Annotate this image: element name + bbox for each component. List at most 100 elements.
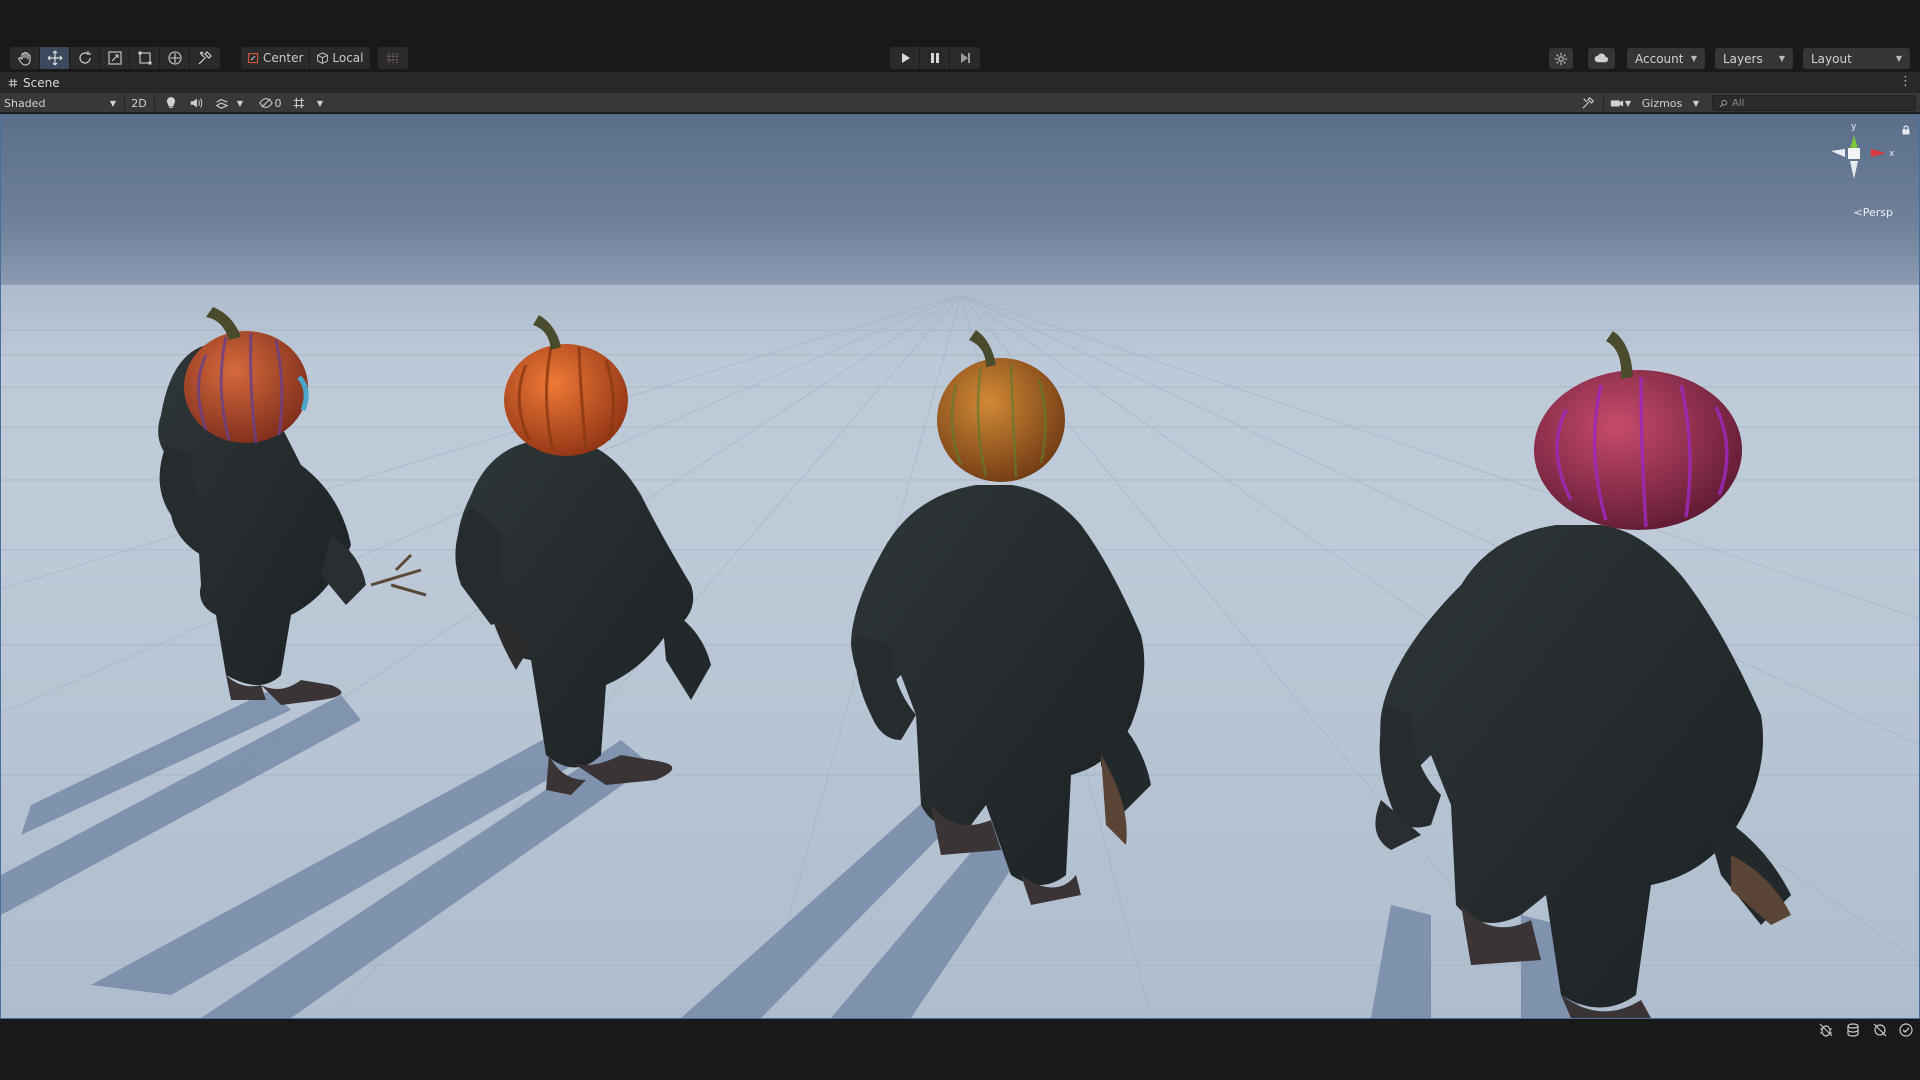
projection-label: Persp (1862, 206, 1893, 219)
chevron-down-icon: ▼ (109, 98, 116, 108)
grid-icon (293, 97, 305, 109)
layers-dropdown[interactable]: Layers ▼ (1715, 48, 1793, 69)
layers-label: Layers (1723, 51, 1763, 66)
eye-hidden-icon (258, 98, 273, 108)
grid-toggle[interactable] (290, 94, 308, 112)
grid-snap-button[interactable] (378, 47, 408, 69)
chevron-down-icon: ▼ (1778, 54, 1785, 63)
pause-button[interactable] (920, 47, 950, 69)
services-button[interactable] (1549, 48, 1573, 69)
tools-icon (1582, 96, 1595, 109)
rotate-icon (78, 51, 91, 64)
play-icon (901, 53, 910, 63)
search-icon (1719, 99, 1728, 107)
grid-dropdown[interactable]: ▼ (314, 94, 326, 112)
divider (1603, 95, 1604, 111)
gizmos-label: Gizmos (1641, 96, 1683, 110)
draw-mode-label: Shaded (4, 96, 46, 110)
gizmo-neg-x-axis[interactable] (1831, 149, 1845, 157)
snap-group (378, 47, 408, 69)
transform-tool-button[interactable] (160, 47, 190, 69)
bug-icon[interactable] (1818, 1022, 1834, 1038)
check-circle-icon[interactable] (1898, 1022, 1914, 1038)
cloud-icon (1594, 53, 1609, 63)
status-bar (0, 1019, 1920, 1080)
pivot-center-icon (248, 52, 259, 63)
chevron-down-icon: ▼ (1624, 98, 1632, 108)
grid-snap-icon (387, 53, 399, 63)
rotate-tool-button[interactable] (70, 47, 100, 69)
chevron-down-icon: ▼ (1690, 54, 1697, 63)
hand-tool-button[interactable] (10, 47, 40, 69)
speaker-icon (190, 98, 203, 108)
layout-dropdown[interactable]: Layout ▼ (1803, 48, 1910, 69)
main-toolbar: Center Local Account ▼ Layers ▼ Layout ▼ (0, 44, 1920, 72)
gear-icon (1554, 52, 1568, 65)
layout-label: Layout (1811, 51, 1852, 66)
tab-scene-label: Scene (23, 75, 60, 90)
scene-visibility-toggle[interactable]: 0 (254, 94, 286, 112)
chevron-down-icon: ▼ (236, 98, 244, 108)
tools-icon (198, 51, 212, 65)
cloud-button[interactable] (1588, 48, 1615, 69)
pause-icon (930, 53, 939, 63)
camera-dropdown[interactable]: ▼ (1622, 94, 1634, 112)
effects-icon (215, 98, 229, 109)
hand-icon (17, 51, 31, 66)
lock-icon[interactable] (1901, 125, 1911, 135)
projection-toggle[interactable]: <Persp (1854, 206, 1893, 219)
account-label: Account (1635, 51, 1684, 66)
draw-mode-dropdown[interactable]: Shaded ▼ (2, 94, 120, 112)
stack-icon[interactable] (1845, 1022, 1861, 1038)
gizmo-x-label: x (1889, 149, 1895, 159)
scale-tool-button[interactable] (100, 47, 130, 69)
toggle-2d-button[interactable]: 2D (127, 94, 151, 112)
hierarchy-search[interactable]: All (1712, 95, 1916, 111)
gizmo-neg-y-axis[interactable] (1850, 161, 1858, 179)
hidden-count: 0 (274, 96, 282, 110)
pivot-local-label: Local (332, 51, 364, 65)
lighting-toggle[interactable] (161, 94, 181, 112)
audio-toggle[interactable] (186, 94, 206, 112)
divider (154, 95, 155, 111)
effects-toggle[interactable] (212, 94, 232, 112)
lightbulb-icon (166, 97, 176, 108)
chevron-down-icon: ▼ (1895, 54, 1902, 63)
gizmo-center-cube[interactable] (1848, 148, 1860, 159)
title-bar (0, 0, 1920, 44)
scene-viewport[interactable]: y x <Persp (0, 114, 1920, 1019)
scale-icon (107, 51, 122, 65)
effects-dropdown[interactable]: ▼ (234, 94, 246, 112)
window-tab-row: Scene ⋮ (0, 72, 1920, 93)
custom-tool-button[interactable] (190, 47, 220, 69)
transform-icon (167, 51, 182, 65)
cube-icon (317, 51, 329, 64)
divider (124, 95, 125, 111)
scene-view-bar: Shaded ▼ 2D ▼ 0 ▼ ▼ Gizmos ▼ All (0, 93, 1920, 113)
pivot-center-button[interactable]: Center (241, 47, 311, 69)
gizmos-dropdown[interactable]: ▼ (1690, 94, 1702, 112)
tab-scene[interactable]: Scene (0, 72, 68, 93)
rect-tool-button[interactable] (130, 47, 160, 69)
step-button[interactable] (950, 47, 980, 69)
hash-icon (8, 78, 18, 87)
pivot-local-button[interactable]: Local (310, 47, 369, 69)
move-tool-button[interactable] (40, 47, 70, 69)
tools-toggle[interactable] (1578, 94, 1598, 112)
gizmos-toggle[interactable]: Gizmos (1638, 94, 1686, 112)
orientation-gizmo[interactable]: y x (1825, 121, 1905, 191)
pivot-group: Center Local (241, 47, 370, 69)
pivot-center-label: Center (263, 51, 304, 65)
network-off-icon[interactable] (1872, 1022, 1888, 1038)
play-button[interactable] (890, 47, 920, 69)
chevron-down-icon: ▼ (1692, 98, 1700, 108)
search-placeholder: All (1732, 97, 1745, 109)
gizmo-y-axis[interactable] (1850, 135, 1858, 149)
toggle-2d-label: 2D (131, 96, 147, 110)
chevron-down-icon: ▼ (316, 98, 324, 108)
kebab-menu-icon[interactable]: ⋮ (1899, 74, 1912, 89)
gizmo-x-axis[interactable] (1871, 149, 1886, 157)
step-icon (961, 53, 970, 63)
playmode-controls (890, 47, 980, 69)
account-dropdown[interactable]: Account ▼ (1627, 48, 1705, 69)
